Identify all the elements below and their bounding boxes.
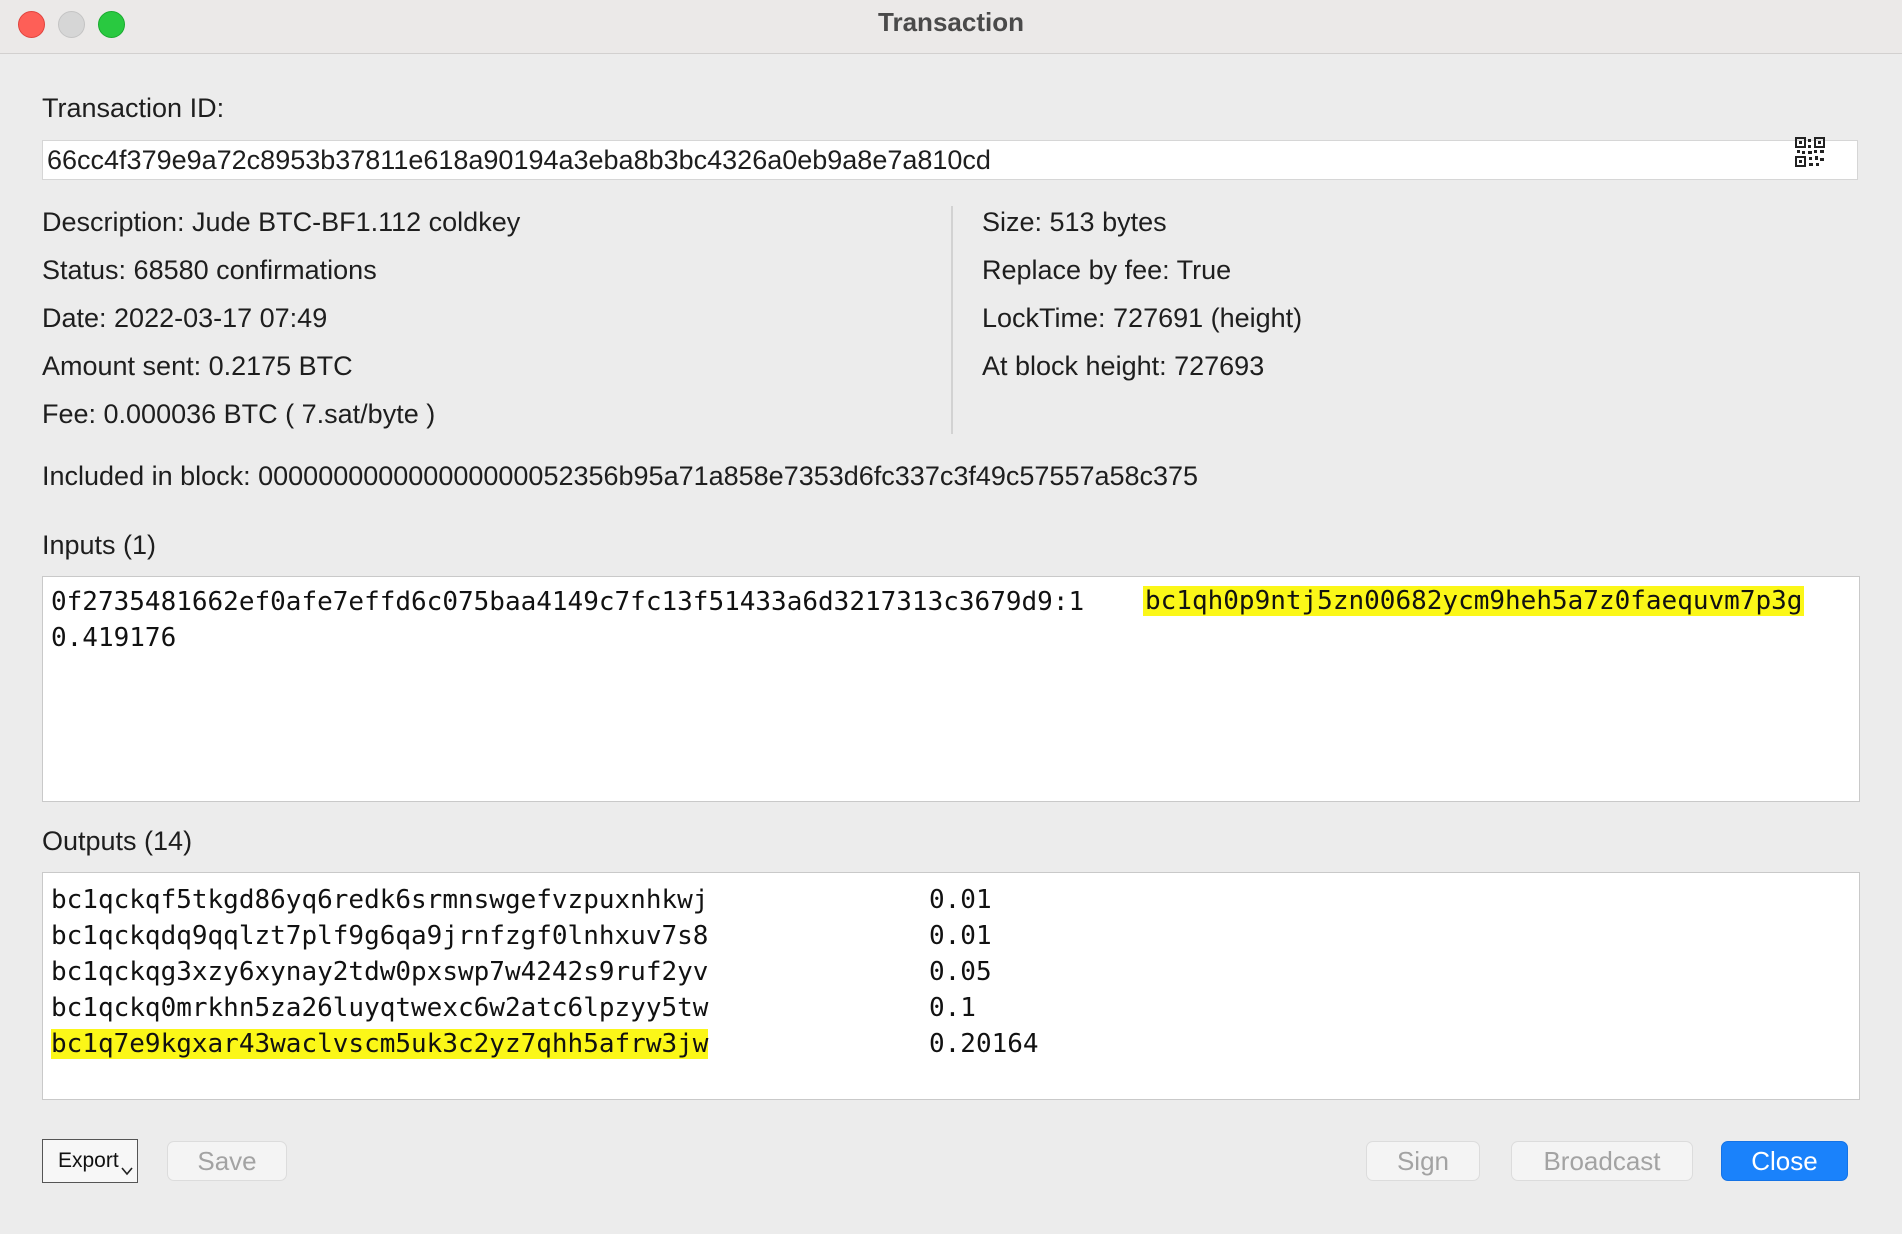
output-address[interactable]: bc1qckqg3xzy6xynay2tdw0pxswp7w4242s9ruf2… xyxy=(51,957,708,987)
inputs-list[interactable]: 0f2735481662ef0afe7effd6c075baa4149c7fc1… xyxy=(42,576,1860,802)
output-address[interactable]: bc1qckqdq9qqlzt7plf9g6qa9jrnfzgf0lnhxuv7… xyxy=(51,921,708,951)
locktime-text: LockTime: 727691 (height) xyxy=(982,303,1303,333)
txid-value[interactable]: 66cc4f379e9a72c8953b37811e618a90194a3eba… xyxy=(47,145,991,176)
input-prevout[interactable]: 0f2735481662ef0afe7effd6c075baa4149c7fc1… xyxy=(51,587,1084,617)
output-address[interactable]: bc1qckqf5tkgd86yq6redk6srmnswgefvzpuxnhk… xyxy=(51,885,708,915)
details-divider xyxy=(951,206,953,434)
status-text: Status: 68580 confirmations xyxy=(42,255,377,285)
export-label: Export xyxy=(58,1149,119,1172)
outputs-heading: Outputs (14) xyxy=(42,826,193,856)
size-text: Size: 513 bytes xyxy=(982,207,1167,237)
input-address[interactable]: bc1qh0p9ntj5zn00682ycm9heh5a7z0faequvm7p… xyxy=(1143,586,1805,616)
window-title: Transaction xyxy=(878,7,1024,37)
output-amount[interactable]: 0.1 xyxy=(929,993,976,1023)
inputs-heading: Inputs (1) xyxy=(42,530,157,560)
broadcast-button[interactable]: Broadcast xyxy=(1511,1141,1693,1181)
qr-code-icon[interactable] xyxy=(1795,137,1825,167)
date-text: Date: 2022-03-17 07:49 xyxy=(42,303,328,333)
description-text: Description: Jude BTC-BF1.112 coldkey xyxy=(42,207,521,237)
output-amount[interactable]: 0.01 xyxy=(929,921,992,951)
output-amount[interactable]: 0.20164 xyxy=(929,1029,1039,1059)
output-row-partial: ▔▔▔▔▔▔▔▔▔▔▔▔▔▔▔▔▔▔▔▔▔▔▔▔▔▔▔ xyxy=(51,873,474,881)
title-bar: Transaction xyxy=(0,0,1902,54)
outputs-list[interactable]: ▔▔▔▔▔▔▔▔▔▔▔▔▔▔▔▔▔▔▔▔▔▔▔▔▔▔▔ bc1qckqf5tkg… xyxy=(42,872,1860,1100)
block-height-text: At block height: 727693 xyxy=(982,351,1265,381)
save-button[interactable]: Save xyxy=(167,1141,287,1181)
close-button[interactable]: Close xyxy=(1721,1141,1848,1181)
fee-text: Fee: 0.000036 BTC ( 7.sat/byte ) xyxy=(42,399,436,429)
output-amount[interactable]: 0.01 xyxy=(929,885,992,915)
output-amount[interactable]: 0.05 xyxy=(929,957,992,987)
included-block-text: Included in block: 000000000000000000052… xyxy=(42,461,1199,491)
output-address[interactable]: bc1qckq0mrkhn5za26luyqtwexc6w2atc6lpzyy5… xyxy=(51,993,708,1023)
txid-label: Transaction ID: xyxy=(42,93,225,123)
sign-button[interactable]: Sign xyxy=(1366,1141,1480,1181)
replace-by-fee-text: Replace by fee: True xyxy=(982,255,1232,285)
input-amount[interactable]: 0.419176 xyxy=(51,623,176,653)
amount-sent-text: Amount sent: 0.2175 BTC xyxy=(42,351,353,381)
export-button[interactable]: Export xyxy=(42,1139,138,1183)
transaction-window: Transaction Transaction ID: 66cc4f379e9a… xyxy=(0,0,1902,1234)
chevron-down-icon xyxy=(121,1167,133,1176)
txid-field[interactable]: 66cc4f379e9a72c8953b37811e618a90194a3eba… xyxy=(42,140,1858,180)
output-address-highlighted[interactable]: bc1q7e9kgxar43waclvscm5uk3c2yz7qhh5afrw3… xyxy=(51,1029,709,1059)
